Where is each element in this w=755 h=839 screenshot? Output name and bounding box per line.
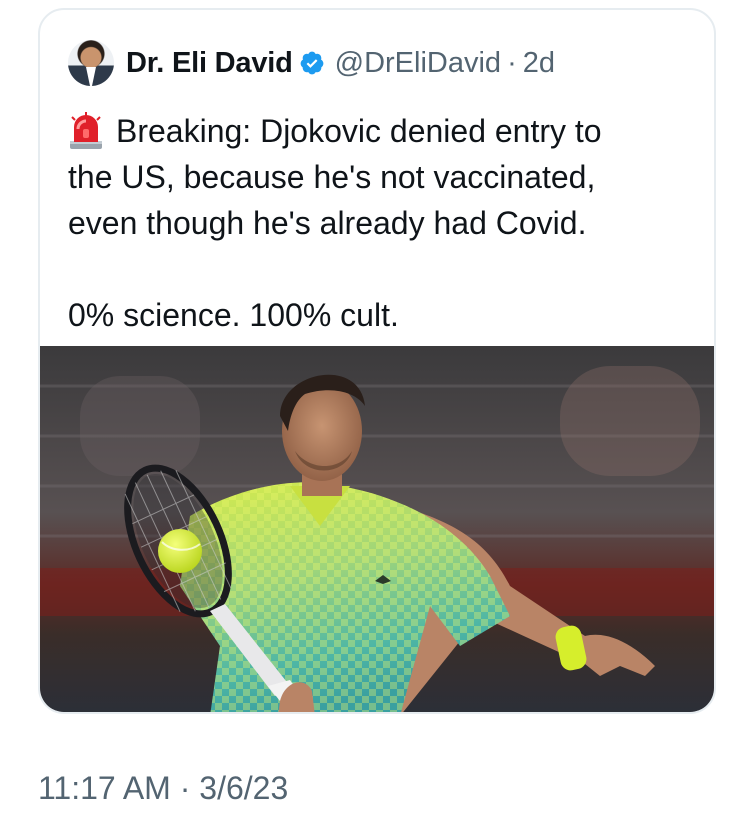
police-car-light-icon <box>70 112 102 149</box>
tweet-text-line: even though he's already had Covid. <box>68 205 587 241</box>
author-handle[interactable]: @DrEliDavid <box>335 47 501 80</box>
tweet-text-line: Breaking: Djokovic denied entry to <box>68 108 698 154</box>
tweet-text-line: the US, because he's not vaccinated, <box>68 159 596 195</box>
tweet-header: Dr. Eli David @DrEliDavid · 2d <box>68 40 555 86</box>
display-name[interactable]: Dr. Eli David <box>126 47 293 80</box>
separator-dot: · <box>507 46 517 79</box>
tweet-photo[interactable] <box>40 346 716 714</box>
quoted-tweet-card[interactable]: Dr. Eli David @DrEliDavid · 2d Breaking:… <box>38 8 716 714</box>
tweet-timestamp[interactable]: 11:17 AM · 3/6/23 <box>38 770 288 807</box>
tweet-text-line: 0% science. 100% cult. <box>68 297 399 333</box>
tweet-age[interactable]: 2d <box>523 47 555 80</box>
verified-badge-icon <box>300 51 324 75</box>
tweet-text: Breaking: Djokovic denied entry to the U… <box>68 108 698 338</box>
avatar[interactable] <box>68 40 114 86</box>
